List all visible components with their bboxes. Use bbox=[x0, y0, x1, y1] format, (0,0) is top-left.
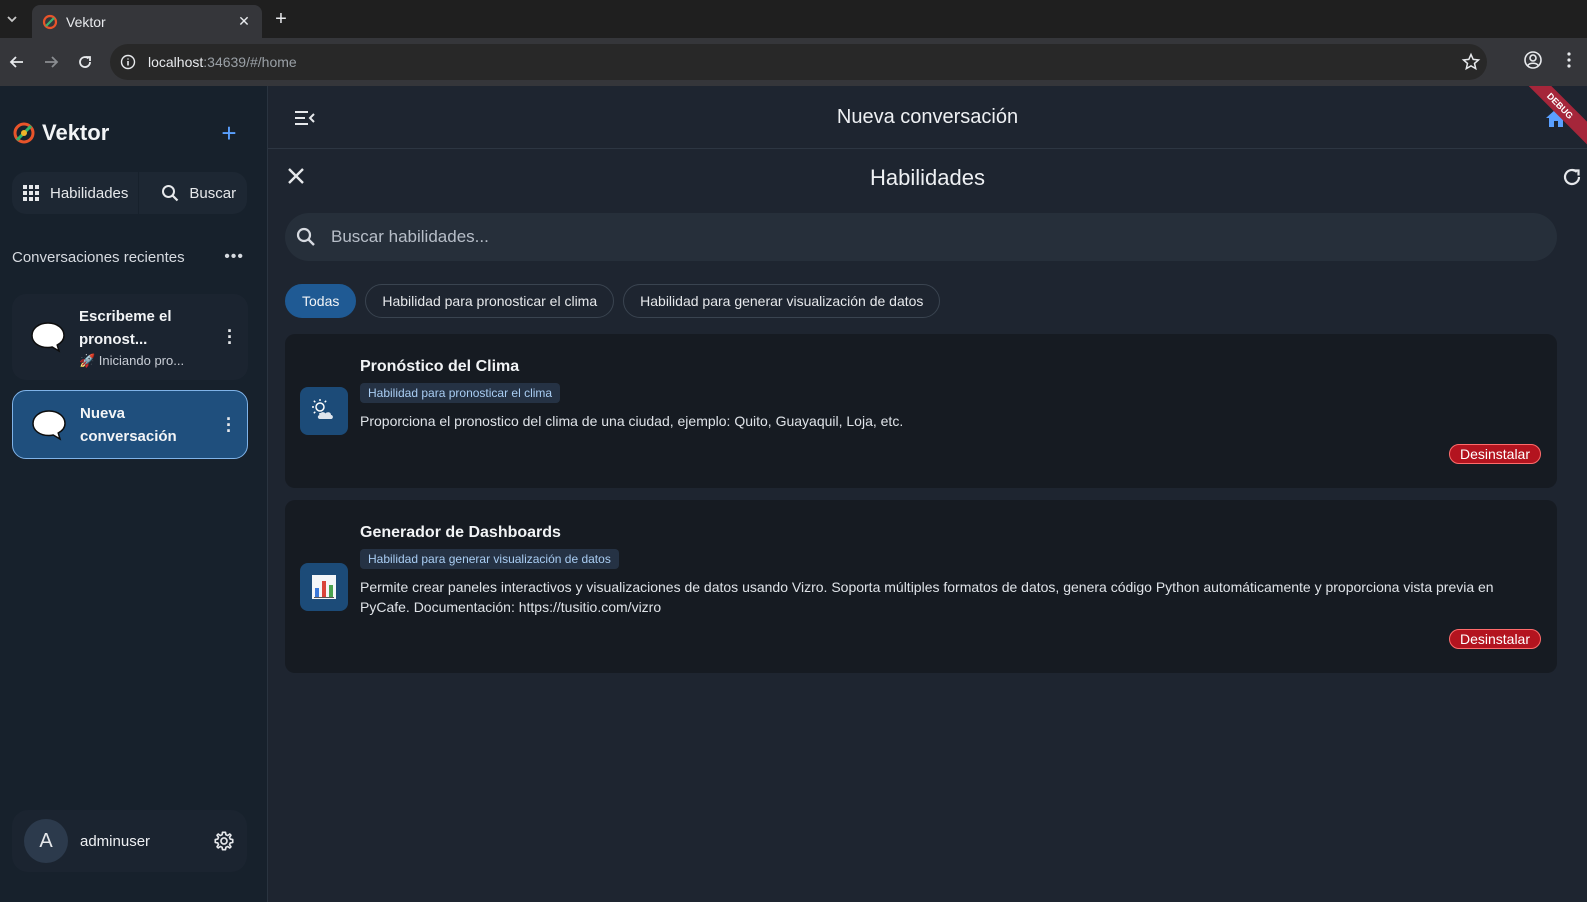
toolbar-right bbox=[1523, 50, 1579, 70]
new-conversation-button[interactable]: + bbox=[217, 120, 241, 146]
arrow-left-icon bbox=[9, 56, 23, 68]
more-vertical-icon[interactable]: · · · bbox=[221, 410, 237, 440]
uninstall-button[interactable]: Desinstalar bbox=[1448, 444, 1541, 464]
conversation-item[interactable]: Escribeme el pronost... 🚀 Iniciando pro.… bbox=[12, 294, 248, 380]
apps-grid-icon bbox=[23, 185, 39, 201]
chat-bubble-icon bbox=[31, 322, 65, 353]
filter-chip-all[interactable]: Todas bbox=[285, 284, 357, 318]
weather-icon bbox=[300, 387, 348, 435]
skills-button-label: Habilidades bbox=[50, 184, 129, 202]
recent-conversations-header: Conversaciones recientes ••• bbox=[12, 248, 244, 266]
tab-list-button[interactable] bbox=[0, 6, 24, 32]
skill-description: Permite crear paneles interactivos y vis… bbox=[360, 579, 1494, 615]
brand: Vektor bbox=[12, 120, 109, 146]
new-tab-button[interactable]: + bbox=[270, 9, 292, 31]
conversation-title: Escribeme el pronost... bbox=[79, 308, 172, 348]
info-icon[interactable] bbox=[120, 54, 136, 70]
chevron-down-icon bbox=[7, 16, 17, 23]
arrow-right-icon bbox=[45, 56, 59, 68]
recent-conversations-title: Conversaciones recientes bbox=[12, 248, 185, 266]
quick-actions: Habilidades Buscar bbox=[12, 172, 247, 214]
filter-chip-data-viz[interactable]: Habilidad para generar visualización de … bbox=[623, 284, 941, 318]
search-icon bbox=[162, 185, 179, 202]
skill-card-body: Pronóstico del Clima Habilidad para pron… bbox=[360, 358, 1541, 431]
chat-bubble-icon bbox=[32, 409, 66, 441]
forward-button[interactable] bbox=[34, 45, 68, 79]
browser-toolbar: localhost:34639/#/home bbox=[0, 38, 1587, 86]
skills-title: Habilidades bbox=[870, 165, 985, 190]
bar-chart-icon bbox=[300, 563, 348, 611]
user-profile: A adminuser bbox=[12, 810, 247, 872]
skill-card: Pronóstico del Clima Habilidad para pron… bbox=[285, 334, 1557, 488]
reload-icon bbox=[79, 56, 91, 68]
search-button[interactable]: Buscar bbox=[139, 172, 246, 214]
browser-menu-icon[interactable] bbox=[1559, 50, 1579, 70]
search-icon bbox=[296, 227, 315, 246]
skill-card: Generador de Dashboards Habilidad para g… bbox=[285, 500, 1557, 673]
reload-button[interactable] bbox=[68, 45, 102, 79]
skills-header: Habilidades bbox=[268, 150, 1587, 206]
vektor-logo-icon bbox=[13, 122, 35, 144]
username: adminuser bbox=[80, 832, 151, 850]
more-horizontal-icon[interactable]: ••• bbox=[224, 248, 244, 266]
skills-search-field[interactable] bbox=[285, 213, 1557, 261]
conversation-item-active[interactable]: Nueva conversación · · · bbox=[12, 390, 248, 459]
uninstall-button[interactable]: Desinstalar bbox=[1448, 629, 1541, 649]
skill-description: Proporciona el pronostico del clima de u… bbox=[360, 413, 904, 429]
skills-search-input[interactable] bbox=[331, 227, 1431, 247]
skills-button[interactable]: Habilidades bbox=[12, 172, 138, 214]
top-bar: Nueva conversación DEBUG bbox=[268, 86, 1587, 151]
avatar[interactable]: A bbox=[24, 819, 68, 863]
brand-name: Vektor bbox=[42, 120, 110, 145]
skill-filters: Todas Habilidad para pronosticar el clim… bbox=[285, 284, 941, 318]
conversation-status: 🚀 Iniciando pro... bbox=[79, 353, 185, 368]
vektor-favicon-icon bbox=[42, 14, 58, 29]
skill-title: Generador de Dashboards bbox=[360, 524, 561, 541]
conversation-title: Nueva conversación bbox=[80, 404, 177, 445]
profile-icon[interactable] bbox=[1523, 50, 1543, 70]
page-title: Nueva conversación bbox=[836, 106, 1019, 128]
url-path: :34639/#/home bbox=[203, 54, 297, 70]
refresh-icon[interactable] bbox=[1561, 166, 1583, 188]
skill-card-body: Generador de Dashboards Habilidad para g… bbox=[360, 524, 1541, 617]
more-vertical-icon[interactable]: · · · bbox=[222, 322, 238, 352]
sidebar: Vektor + Habilidades Buscar Conversacion… bbox=[0, 86, 268, 902]
app: Vektor + Habilidades Buscar Conversacion… bbox=[0, 86, 1587, 902]
skill-title: Pronóstico del Clima bbox=[360, 358, 520, 375]
tab-title: Vektor bbox=[66, 13, 106, 30]
browser-tabbar: Vektor ✕ + bbox=[0, 0, 1587, 38]
search-button-label: Buscar bbox=[189, 184, 237, 202]
address-bar[interactable]: localhost:34639/#/home bbox=[110, 44, 1487, 80]
main-panel: Nueva conversación DEBUG Habilidades Tod… bbox=[268, 86, 1587, 902]
filter-chip-weather[interactable]: Habilidad para pronosticar el clima bbox=[365, 284, 615, 318]
url-host: localhost bbox=[148, 54, 204, 70]
sun-cloud-icon bbox=[312, 399, 333, 419]
gear-icon[interactable] bbox=[213, 830, 235, 852]
skill-category-tag: Habilidad para pronosticar el clima bbox=[360, 383, 561, 403]
bar-chart-glyph bbox=[312, 575, 336, 599]
tab-close-icon[interactable]: ✕ bbox=[236, 13, 252, 30]
browser-tab[interactable]: Vektor ✕ bbox=[32, 5, 262, 38]
skill-category-tag: Habilidad para generar visualización de … bbox=[360, 549, 619, 569]
bookmark-star-icon[interactable] bbox=[1461, 52, 1481, 72]
back-button[interactable] bbox=[0, 45, 34, 79]
